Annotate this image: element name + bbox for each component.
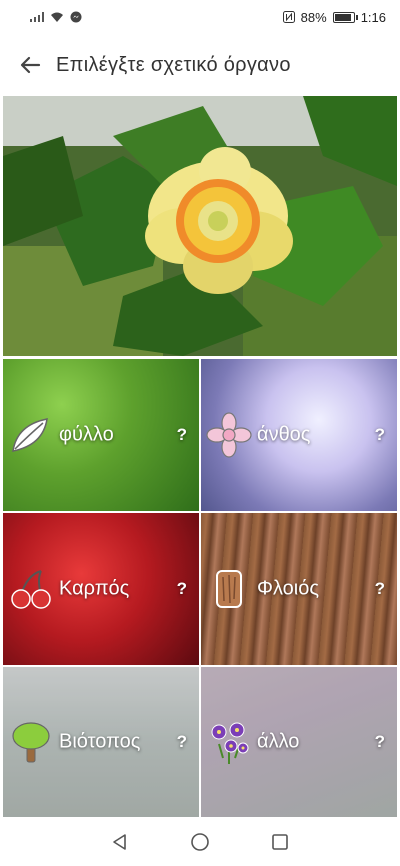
flower-icon xyxy=(206,412,252,458)
wifi-icon xyxy=(51,12,63,22)
help-button[interactable]: ? xyxy=(177,579,187,599)
battery-icon xyxy=(332,11,358,23)
nav-recents-icon xyxy=(272,834,288,850)
help-button[interactable]: ? xyxy=(375,579,385,599)
help-button[interactable]: ? xyxy=(375,732,385,752)
flowers-cluster-icon xyxy=(211,722,249,764)
leaf-icon xyxy=(12,418,48,452)
cherry-icon xyxy=(11,570,51,609)
tree-icon xyxy=(12,722,50,763)
battery-percent: 88% xyxy=(300,9,327,25)
tile-label: Φλοιός xyxy=(257,577,319,600)
nav-back-button[interactable] xyxy=(108,830,132,854)
app-bar: Επιλέγξτε σχετικό όργανο xyxy=(0,34,400,96)
tile-leaf[interactable]: φύλλο ? xyxy=(3,359,199,511)
tile-label: Βιότοπος xyxy=(59,730,141,753)
tile-flower[interactable]: άνθος ? xyxy=(201,359,397,511)
tile-label: άλλο xyxy=(257,730,300,753)
nav-back-icon xyxy=(113,834,126,850)
messenger-icon xyxy=(70,11,82,23)
help-button[interactable]: ? xyxy=(177,732,187,752)
tile-bark[interactable]: Φλοιός ? xyxy=(201,513,397,665)
tile-label: Καρπός xyxy=(59,577,130,600)
help-button[interactable]: ? xyxy=(177,425,187,445)
status-bar: 88% 1:16 xyxy=(0,0,400,34)
system-nav-bar xyxy=(0,818,400,866)
back-arrow-icon xyxy=(20,56,41,74)
clock: 1:16 xyxy=(360,9,386,25)
nfc-icon xyxy=(282,11,295,23)
tulip-flower-illustration xyxy=(3,96,397,356)
tile-label: φύλλο xyxy=(59,423,114,446)
tile-other[interactable]: άλλο ? xyxy=(201,667,397,817)
signal-icon xyxy=(30,12,44,22)
nav-home-icon xyxy=(191,833,209,851)
tile-fruit[interactable]: Καρπός ? xyxy=(3,513,199,665)
tile-habitat[interactable]: Βιότοπος ? xyxy=(3,667,199,817)
status-right: 88% 1:16 xyxy=(282,9,386,25)
tile-label: άνθος xyxy=(257,423,311,446)
nav-home-button[interactable] xyxy=(188,830,212,854)
help-button[interactable]: ? xyxy=(375,425,385,445)
page-title: Επιλέγξτε σχετικό όργανο xyxy=(56,53,291,76)
nav-recents-button[interactable] xyxy=(268,830,292,854)
bark-icon xyxy=(216,570,242,608)
back-button[interactable] xyxy=(18,53,42,77)
status-left xyxy=(30,11,82,23)
hero-image xyxy=(3,96,397,356)
